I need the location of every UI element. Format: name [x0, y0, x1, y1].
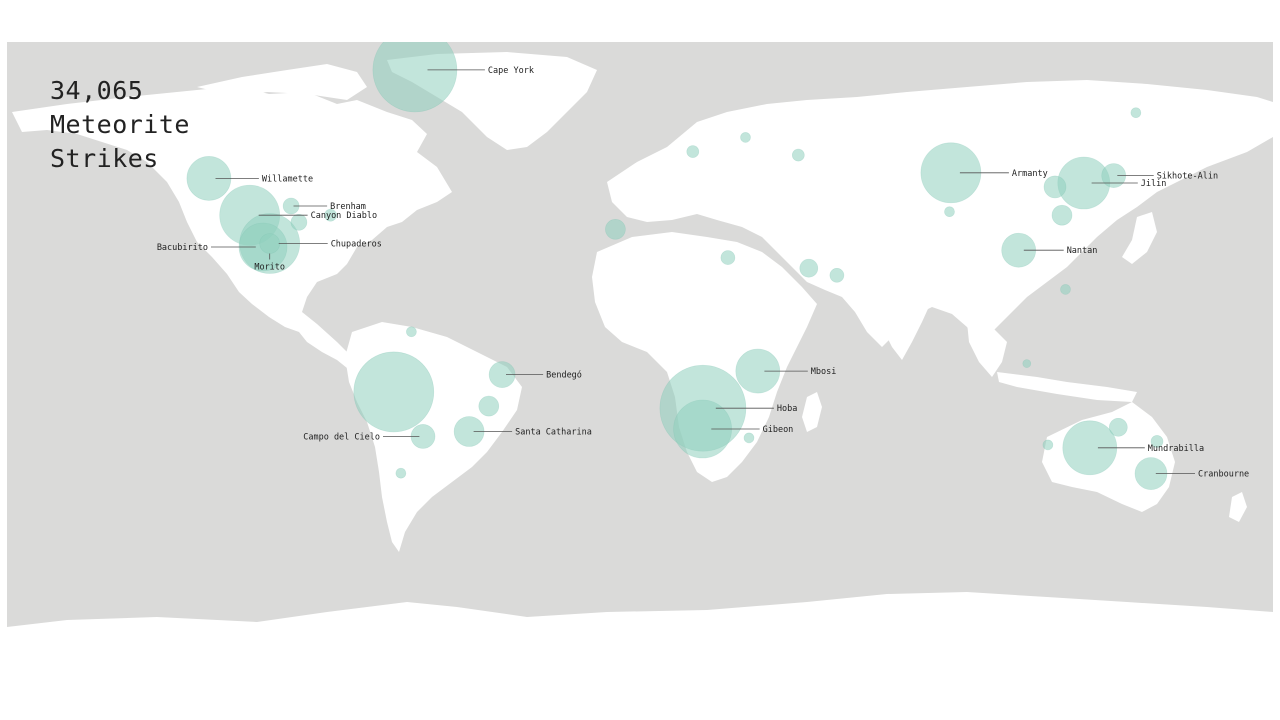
strike-site-27: [791, 148, 805, 162]
label-mundrabilla: Mundrabilla: [1148, 444, 1204, 454]
label-nantan: Nantan: [1067, 246, 1098, 256]
strike-site-34: [1042, 439, 1054, 451]
label-cape-york: Cape York: [488, 66, 534, 76]
landmass-southeast-asia: [967, 322, 1007, 377]
world-map: Cape York Willamette Brenham Canyon Diablo C…: [7, 42, 1273, 657]
strike-site-35: [686, 145, 700, 158]
label-gibeon: Gibeon: [763, 425, 794, 435]
strike-site-28: [1043, 175, 1067, 199]
map-canvas: Cape YorkWillametteBrenhamCanyon DiabloC…: [7, 42, 1273, 657]
label-armanty: Armanty: [1012, 169, 1048, 179]
strike-site-40: [406, 326, 417, 338]
landmass-new-zealand: [1229, 492, 1247, 522]
label-cranbourne: Cranbourne: [1198, 470, 1249, 480]
label-sikhote-alin: Sikhote-Alin: [1157, 172, 1218, 182]
landmass-madagascar: [802, 392, 822, 432]
map-title: 34,065 Meteorite Strikes: [50, 74, 190, 176]
strike-site-23: [605, 219, 626, 240]
strike-site-20: [290, 214, 308, 231]
strike-site-25: [829, 268, 845, 283]
landmass-antarctica: [7, 592, 1273, 657]
label-chupaderos: Chupaderos: [331, 240, 382, 250]
label-bendeg-: Bendegó: [546, 370, 582, 381]
strike-site-41: [1022, 359, 1032, 368]
strike-site-36: [740, 132, 751, 143]
strike-site-31: [1130, 107, 1142, 118]
label-willamette: Willamette: [262, 174, 313, 184]
strike-site-38: [1060, 284, 1071, 295]
landmass-indonesia: [997, 372, 1137, 402]
label-santa-catharina: Santa Catharina: [515, 428, 592, 438]
strike-site-37: [743, 432, 755, 444]
land-layer: [7, 52, 1273, 657]
strike-site-22: [478, 395, 500, 417]
label-campo-del-cielo: Campo del Cielo: [303, 432, 380, 442]
label-morito: Morito: [254, 263, 285, 273]
strike-site-29: [1051, 204, 1073, 226]
strike-site-30: [944, 206, 955, 217]
strike-site-32: [1109, 417, 1128, 437]
strike-count: 34,065: [50, 76, 144, 105]
strike-site-39: [395, 467, 407, 479]
strike-site-24: [799, 258, 819, 278]
strike-site-19: [353, 351, 435, 433]
label-canyon-diablo: Canyon Diablo: [311, 211, 378, 221]
title-line-meteorite: Meteorite: [50, 110, 190, 139]
label-bacubirito: Bacubirito: [157, 243, 208, 253]
label-hoba: Hoba: [777, 404, 797, 414]
strike-morito: [259, 233, 281, 254]
strike-cape-york: [372, 42, 458, 113]
title-line-strikes: Strikes: [50, 144, 159, 173]
strike-site-26: [720, 250, 736, 265]
landmass-india: [877, 292, 932, 360]
label-mbosi: Mbosi: [811, 367, 837, 377]
landmass-japan: [1122, 212, 1157, 264]
